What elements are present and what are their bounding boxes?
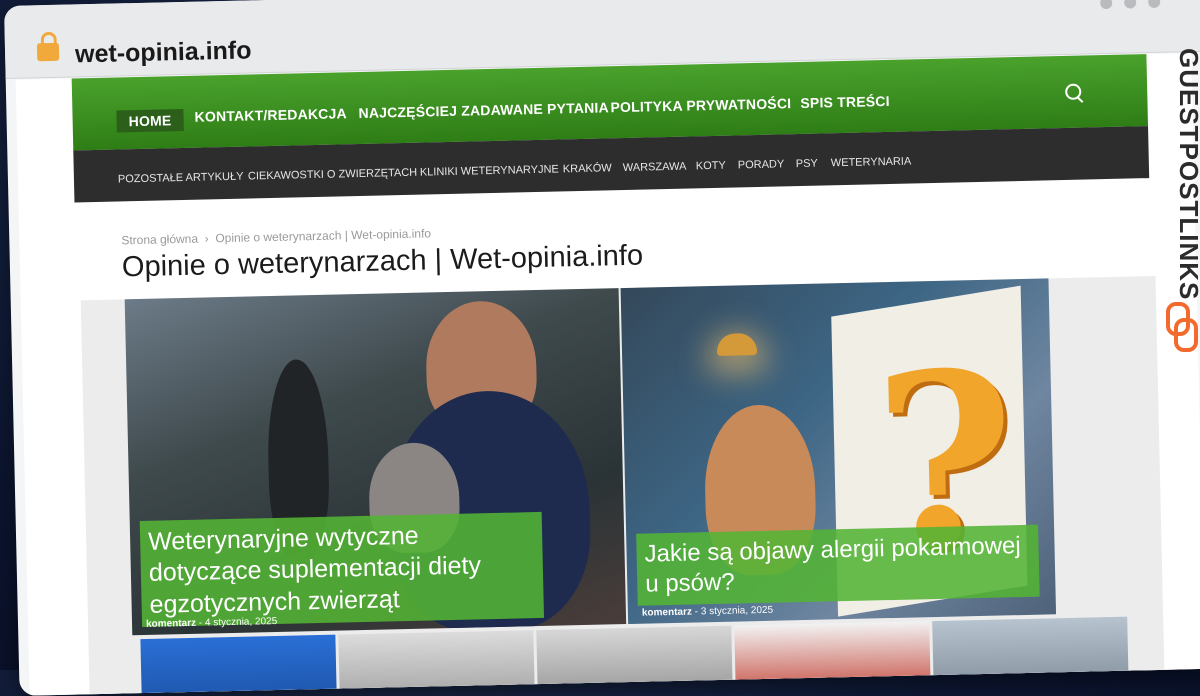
meta-separator: - [694, 606, 699, 618]
featured-title[interactable]: Jakie są objawy alergii pokarmowej u psó… [636, 524, 1040, 606]
post-thumbnail[interactable] [932, 616, 1129, 696]
window-dot-icon[interactable] [1148, 0, 1161, 9]
featured-grid: Weterynaryjne wytyczne dotyczące supleme… [80, 275, 1165, 696]
category-item[interactable]: CIEKAWOSTKI O ZWIERZĘTACH [248, 167, 418, 183]
featured-meta: komentarz - 4 stycznia, 2025 [146, 616, 277, 630]
category-item[interactable]: WARSZAWA [623, 161, 687, 174]
post-thumbnail[interactable] [734, 621, 932, 696]
menu-privacy[interactable]: POLITYKA PRYWATNOŚCI [610, 95, 791, 115]
window-dot-icon[interactable] [1124, 0, 1137, 9]
breadcrumb: Strona główna › Opinie o weterynarzach |… [121, 226, 431, 247]
menu-home[interactable]: HOME [116, 108, 184, 133]
brand-text: GUESTPOSTLINKS [1174, 48, 1200, 301]
menu-toc[interactable]: SPIS TREŚCI [800, 93, 890, 111]
meta-separator: - [198, 617, 203, 629]
breadcrumb-current: Opinie o weterynarzach | Wet-opinia.info [215, 226, 432, 246]
post-thumbnail[interactable] [536, 625, 734, 696]
post-thumbnail[interactable] [140, 634, 338, 696]
menu-faq[interactable]: NAJCZĘŚCIEJ ZADAWANE PYTANIA [358, 99, 609, 121]
featured-author[interactable]: komentarz [146, 618, 196, 630]
window-dot-icon[interactable] [1100, 0, 1113, 10]
guestpostlinks-brand: GUESTPOSTLINKS [1158, 40, 1200, 360]
url-text[interactable]: wet-opinia.info [75, 36, 252, 69]
post-thumbnail[interactable] [338, 630, 536, 696]
featured-card[interactable]: ? Jakie są objawy alergii pokarmowej u p… [620, 278, 1057, 624]
link-icon [1164, 302, 1198, 352]
featured-card[interactable]: Weterynaryjne wytyczne dotyczące supleme… [124, 288, 627, 636]
category-item[interactable]: WETERYNARIA [831, 155, 912, 169]
photo-lamp [716, 333, 758, 356]
lock-icon [36, 42, 60, 62]
category-item[interactable]: POZOSTAŁE ARTYKUŁY [118, 171, 244, 186]
featured-date: 4 stycznia, 2025 [204, 615, 278, 629]
window-controls [1100, 0, 1161, 10]
search-icon[interactable] [1065, 83, 1082, 100]
featured-date: 3 stycznia, 2025 [700, 604, 774, 618]
category-item[interactable]: KLINIKI WETERYNARYJNE [420, 163, 559, 178]
breadcrumb-home[interactable]: Strona główna [121, 232, 198, 248]
page-title: Opinie o weterynarzach | Wet-opinia.info [121, 239, 644, 284]
category-item[interactable]: KRAKÓW [563, 162, 612, 175]
category-item[interactable]: PSY [796, 158, 818, 170]
browser-window: wet-opinia.info HOME KONTAKT/REDAKCJA NA… [4, 0, 1200, 696]
category-item[interactable]: PORADY [738, 158, 785, 171]
category-item[interactable]: KOTY [696, 160, 726, 173]
breadcrumb-separator: › [204, 231, 209, 246]
menu-kontakt[interactable]: KONTAKT/REDAKCJA [194, 105, 347, 124]
featured-author[interactable]: komentarz [642, 607, 692, 619]
featured-meta: komentarz - 3 stycznia, 2025 [642, 605, 773, 619]
website: HOME KONTAKT/REDAKCJA NAJCZĘŚCIEJ ZADAWA… [15, 53, 1200, 696]
featured-title[interactable]: Weterynaryjne wytyczne dotyczące supleme… [139, 511, 545, 627]
